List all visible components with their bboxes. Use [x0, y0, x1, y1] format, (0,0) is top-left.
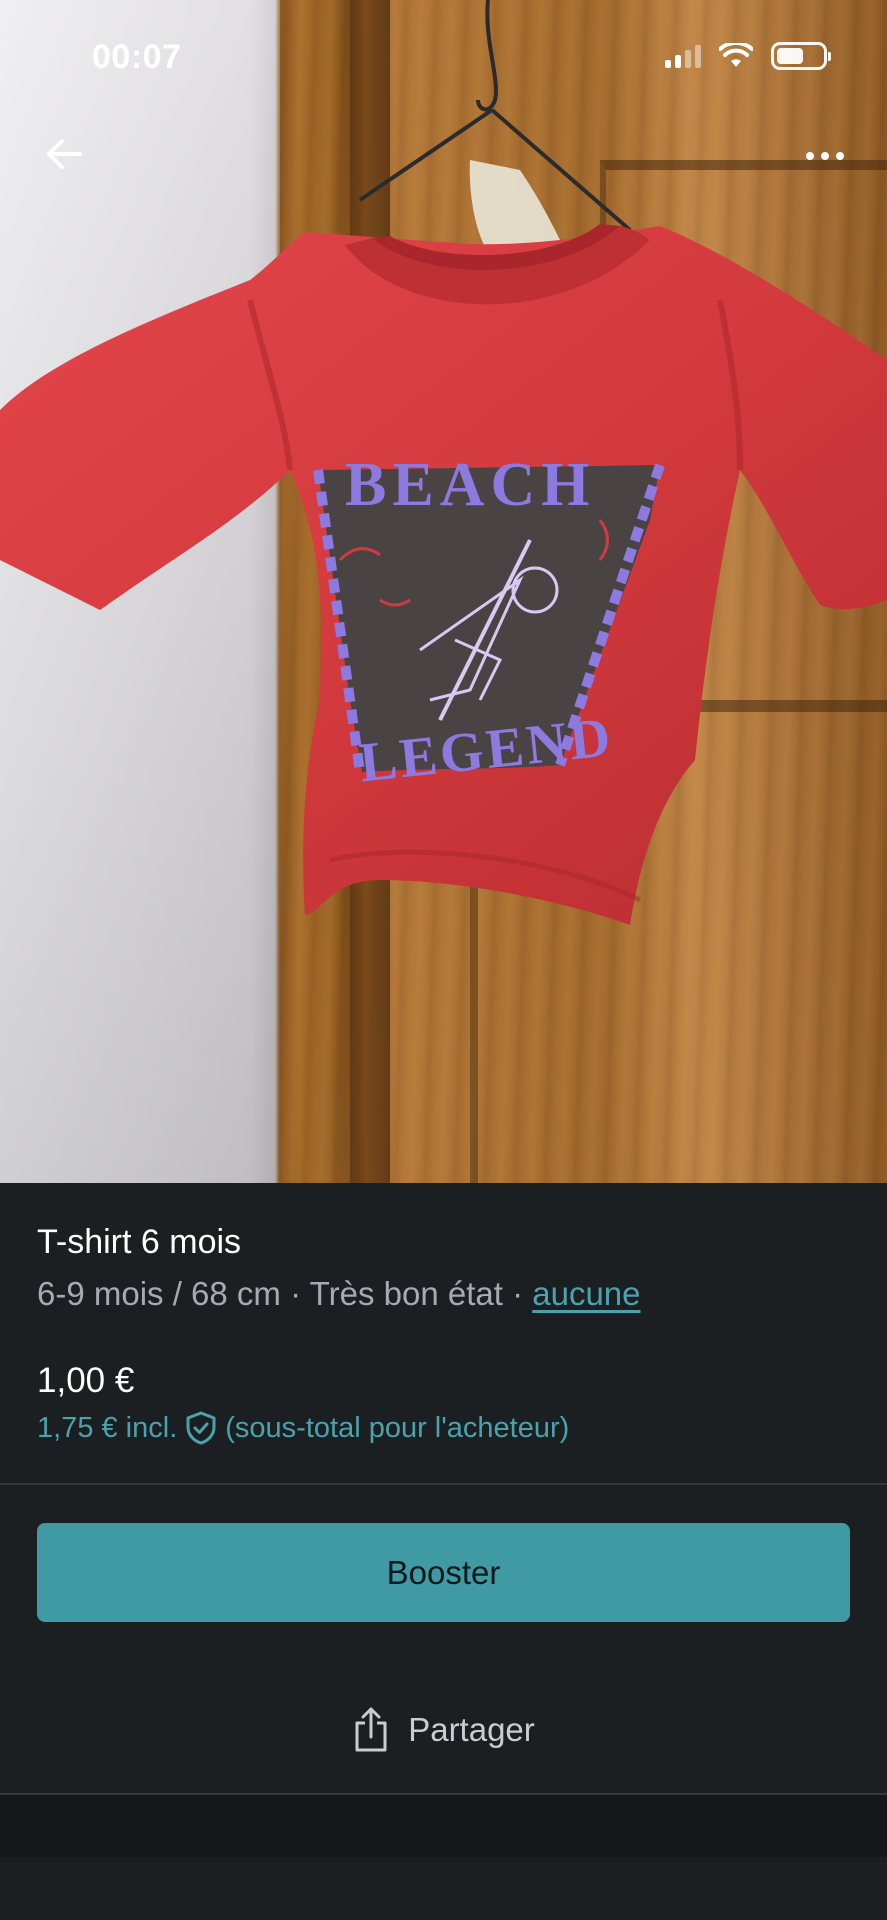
- tshirt-image: BEACH LEGEND: [0, 224, 887, 925]
- share-label: Partager: [408, 1711, 535, 1748]
- item-price: 1,00 €: [37, 1361, 135, 1400]
- product-photo[interactable]: BEACH LEGEND 00:07: [0, 0, 887, 1183]
- more-horizontal-icon: [806, 152, 814, 160]
- meta-separator: ·: [290, 1275, 302, 1312]
- cellular-signal-icon: [665, 44, 701, 68]
- buyer-price-row[interactable]: 1,75 € incl. (sous-total pour l'acheteur…: [37, 1411, 569, 1445]
- arrow-left-icon: [47, 139, 82, 169]
- wifi-icon: [719, 43, 753, 67]
- item-size: 6-9 mois / 68 cm: [37, 1275, 281, 1312]
- battery-icon: [771, 42, 831, 70]
- item-condition: Très bon état: [309, 1275, 503, 1312]
- status-icons: [665, 42, 831, 70]
- bottom-bar: [0, 1795, 887, 1920]
- price-incl: 1,75 € incl.: [37, 1411, 178, 1444]
- item-title: T-shirt 6 mois: [37, 1223, 242, 1261]
- brand-link[interactable]: aucune: [532, 1275, 640, 1312]
- print-top-text: BEACH: [345, 451, 595, 519]
- shield-check-icon[interactable]: [185, 1411, 217, 1445]
- home-indicator-area: [0, 1857, 887, 1920]
- more-options-button[interactable]: [793, 128, 857, 184]
- divider: [0, 1483, 887, 1485]
- back-button[interactable]: [36, 126, 92, 182]
- price-note: (sous-total pour l'acheteur): [225, 1411, 570, 1444]
- meta-separator: ·: [512, 1275, 524, 1312]
- status-time: 00:07: [92, 38, 182, 76]
- item-meta: 6-9 mois / 68 cm · Très bon état · aucun…: [37, 1275, 641, 1313]
- item-details: T-shirt 6 mois 6-9 mois / 68 cm · Très b…: [0, 1183, 887, 1483]
- share-button[interactable]: Partager: [0, 1690, 887, 1770]
- share-icon: [355, 1707, 387, 1752]
- booster-button[interactable]: Booster: [37, 1523, 850, 1622]
- status-bar: 00:07: [0, 0, 887, 120]
